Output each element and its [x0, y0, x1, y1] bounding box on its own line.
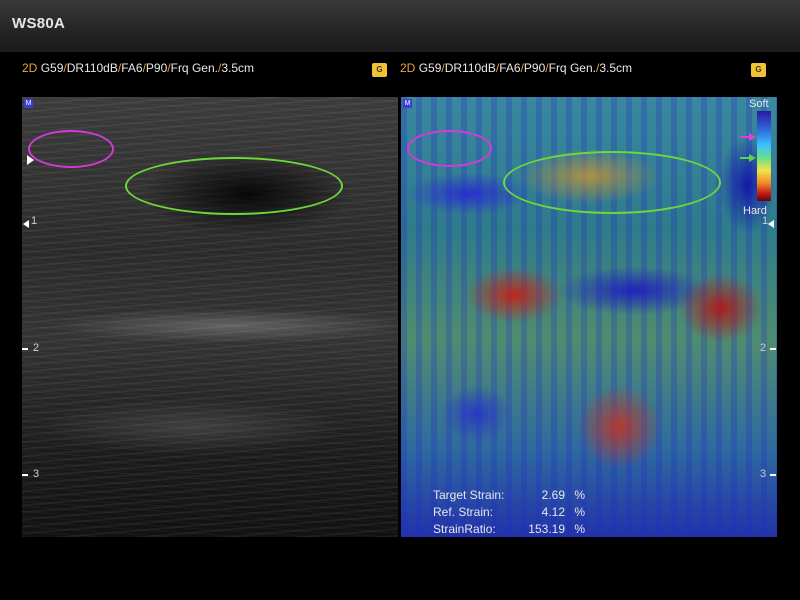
- right-power: P90: [523, 61, 546, 75]
- depth-label-3: 3: [33, 468, 40, 480]
- title-bar: WS80A: [0, 0, 800, 52]
- depth-label-3: 3: [760, 468, 767, 480]
- reference-arrow-icon: [740, 133, 756, 141]
- right-image-parameters: 2D G59/DR110dB/FA6/P90/Frq Gen./3.5cm: [400, 61, 632, 75]
- target-arrow-icon: [740, 154, 756, 162]
- target-roi-ellipse[interactable]: [503, 151, 721, 214]
- config-icon[interactable]: G: [372, 63, 387, 77]
- target-strain-unit: %: [574, 488, 585, 502]
- ref-strain-row: Ref. Strain: 4.12%: [433, 505, 585, 519]
- left-depth: 3.5cm: [221, 61, 254, 75]
- depth-tick: [770, 474, 776, 476]
- elasticity-colorbar: [757, 111, 771, 201]
- left-gain: G59: [40, 61, 64, 75]
- depth-tick-1: 1: [23, 215, 37, 228]
- config-icon[interactable]: G: [751, 63, 766, 77]
- ref-strain-unit: %: [574, 505, 585, 519]
- app-title: WS80A: [12, 15, 66, 32]
- left-image-parameters: 2D G59/DR110dB/FA6/P90/Frq Gen./3.5cm: [22, 61, 254, 75]
- right-mode-label: 2D: [400, 61, 416, 75]
- left-power: P90: [145, 61, 168, 75]
- target-roi-ellipse[interactable]: [125, 157, 343, 215]
- reference-roi-ellipse[interactable]: [407, 130, 492, 167]
- depth-tick-1: 1: [762, 215, 776, 228]
- depth-label-2: 2: [33, 342, 40, 354]
- left-mode-label: 2D: [22, 61, 38, 75]
- strain-ratio-value: 153.19: [528, 522, 565, 536]
- right-frequency: Frq Gen.: [548, 61, 596, 75]
- target-strain-label: Target Strain:: [433, 488, 505, 502]
- left-frame-average: FA6: [121, 61, 143, 75]
- marker-icon: M: [24, 99, 33, 108]
- hard-label: Hard: [743, 205, 767, 217]
- ref-strain-value: 4.12: [541, 505, 565, 519]
- right-depth: 3.5cm: [599, 61, 632, 75]
- strain-ratio-label: StrainRatio:: [433, 522, 496, 536]
- strain-ratio-unit: %: [574, 522, 585, 536]
- depth-label-2: 2: [760, 342, 767, 354]
- reference-roi-ellipse[interactable]: [28, 130, 114, 168]
- depth-tick: [22, 474, 28, 476]
- right-frame-average: FA6: [499, 61, 521, 75]
- depth-tick: [770, 348, 776, 350]
- depth-tick: [22, 348, 28, 350]
- soft-label: Soft: [749, 98, 769, 110]
- target-strain-row: Target Strain: 2.69%: [433, 488, 585, 502]
- right-gain: G59: [418, 61, 442, 75]
- right-dynamic-range: DR110dB: [444, 61, 496, 75]
- left-frequency: Frq Gen.: [170, 61, 218, 75]
- strain-ratio-row: StrainRatio: 153.19%: [433, 522, 585, 536]
- ref-strain-label: Ref. Strain:: [433, 505, 494, 519]
- left-dynamic-range: DR110dB: [66, 61, 118, 75]
- target-strain-value: 2.69: [541, 488, 565, 502]
- marker-icon: M: [403, 99, 412, 108]
